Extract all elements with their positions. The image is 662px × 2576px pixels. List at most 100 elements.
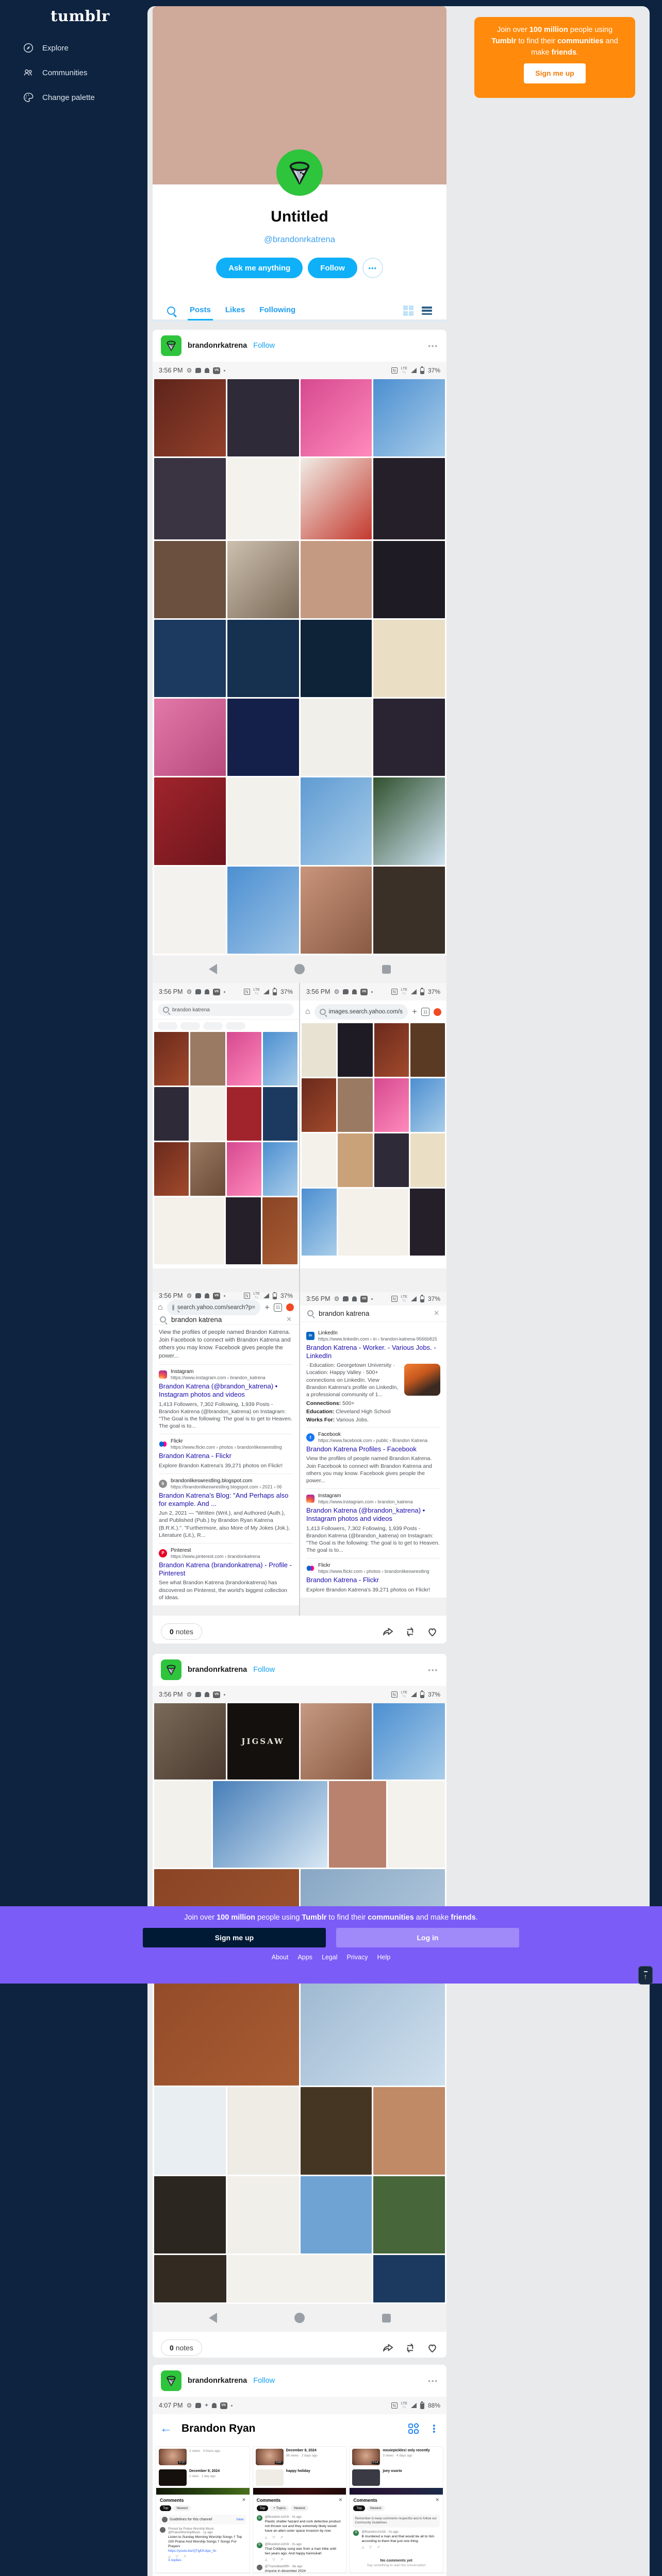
- compass-icon: [23, 43, 34, 53]
- settings-icon: ⚙: [334, 988, 340, 995]
- follow-button[interactable]: Follow: [308, 258, 357, 278]
- list-view-icon[interactable]: [422, 306, 432, 316]
- photo-tile: [410, 1078, 445, 1132]
- android-back-icon: [208, 964, 217, 974]
- lte-icon: LTE ↑↓: [401, 1295, 407, 1303]
- signal-icon: [410, 368, 417, 373]
- post-follow-link[interactable]: Follow: [253, 342, 275, 350]
- tumblr-logo[interactable]: tumblr: [51, 7, 110, 25]
- sidebar-item-communities[interactable]: Communities: [23, 64, 95, 81]
- status-bar: 3:56 PM ⚙ VK N LTE ↑↓ 37%: [153, 1292, 299, 1300]
- scroll-to-top-button[interactable]: ↑: [638, 1966, 653, 1985]
- photo-tile: [227, 379, 299, 456]
- post-avatar[interactable]: [161, 1659, 181, 1680]
- lte-icon: LTE ↑↓: [401, 366, 407, 374]
- photo-tile: [154, 2087, 226, 2175]
- post-menu-icon[interactable]: •••: [428, 342, 438, 350]
- post-avatar[interactable]: [161, 2370, 181, 2391]
- tab-posts[interactable]: Posts: [188, 306, 213, 320]
- lte-icon: LTE ↑↓: [401, 1690, 407, 1698]
- signup-button[interactable]: Sign me up: [524, 63, 586, 84]
- linkedin-icon: in: [306, 1331, 315, 1340]
- share-icon[interactable]: [382, 2342, 394, 2354]
- photo-tile: [227, 2255, 372, 2302]
- flickr-icon: [159, 1440, 167, 1449]
- post-menu-icon[interactable]: •••: [428, 2377, 438, 2385]
- photo-tile: [226, 1197, 261, 1264]
- like-icon[interactable]: [426, 2342, 438, 2354]
- battery-percent: 37%: [427, 1691, 440, 1698]
- photo-tile: [226, 1142, 261, 1196]
- banner-text: Join over 100 million people using Tumbl…: [184, 1913, 478, 1922]
- search-result: Instagram https://www.instagram.com › bra…: [159, 1365, 293, 1435]
- photo-tile: [154, 1703, 226, 1780]
- ask-me-anything-button[interactable]: Ask me anything: [216, 258, 303, 278]
- blog-handle[interactable]: @brandonrkatrena: [153, 235, 446, 245]
- result-thumbnail: [404, 1364, 440, 1396]
- signup-cta-card: Join over 100 million people using Tumbl…: [474, 17, 635, 98]
- photo-tile: [373, 541, 445, 618]
- grid-view-icon[interactable]: [403, 306, 413, 316]
- bell-icon: [205, 989, 210, 994]
- photo-tile: [302, 1189, 337, 1256]
- photo-tile: [373, 379, 445, 456]
- footer-link-apps[interactable]: Apps: [297, 1954, 312, 1961]
- post-menu-icon[interactable]: •••: [428, 1666, 438, 1674]
- result-title: Brandon Katrena (@brandon_katrena) • Ins…: [306, 1506, 425, 1523]
- post-follow-link[interactable]: Follow: [253, 1666, 275, 1674]
- search-icon: [160, 1316, 166, 1323]
- vk-icon: VK: [360, 988, 368, 995]
- android-nav-bar: [153, 1268, 299, 1292]
- battery-icon: [272, 1292, 277, 1299]
- post-blog-name[interactable]: brandonrkatrena: [188, 2377, 247, 2385]
- photo-tile: [154, 1142, 189, 1196]
- footer-link-legal[interactable]: Legal: [322, 1954, 338, 1961]
- blog-avatar[interactable]: [276, 149, 323, 196]
- reblog-icon[interactable]: [404, 2342, 416, 2354]
- signal-icon: [410, 989, 417, 994]
- result-title: Brandon Katrena (brandonkatrena) - Profi…: [159, 1561, 292, 1578]
- cta-text: Join over 100 million people using Tumbl…: [491, 26, 618, 57]
- image-search-screenshots: 3:56 PM ⚙ VK N LTE ↑↓ 37% brandon katrena 3:5…: [153, 983, 446, 1292]
- vk-icon: VK: [213, 1292, 221, 1299]
- tab-following[interactable]: Following: [259, 306, 295, 316]
- search-result: b brandonlikeswrestling.blogspot.com https…: [159, 1474, 293, 1544]
- signal-icon: [410, 2403, 417, 2408]
- post-blog-name[interactable]: brandonrkatrena: [188, 1666, 247, 1674]
- notes-count[interactable]: 0 notes: [161, 2340, 202, 2356]
- vk-icon: VK: [360, 1295, 368, 1302]
- status-time: 3:56 PM: [159, 1691, 183, 1698]
- profile-more-button[interactable]: •••: [362, 258, 383, 278]
- post-blog-name[interactable]: brandonrkatrena: [188, 342, 247, 350]
- photo-tile: [338, 1133, 373, 1187]
- footer-link-about[interactable]: About: [272, 1954, 289, 1961]
- banner-login-button[interactable]: Log in: [336, 1928, 519, 1947]
- cone-icon: [289, 161, 310, 184]
- footer-link-privacy[interactable]: Privacy: [347, 1954, 368, 1961]
- photo-tile: [300, 699, 372, 776]
- notes-count[interactable]: 0 notes: [161, 1623, 202, 1640]
- post-follow-link[interactable]: Follow: [253, 2377, 275, 2385]
- photo-tile: [227, 2176, 299, 2253]
- footer-link-help[interactable]: Help: [377, 1954, 391, 1961]
- photo-tile: [154, 699, 226, 776]
- photo-tile: [373, 2087, 445, 2175]
- reblog-icon[interactable]: [404, 1626, 416, 1638]
- share-icon[interactable]: [382, 1626, 394, 1638]
- lock-icon: [172, 1304, 174, 1311]
- clear-icon: ✕: [286, 1315, 292, 1324]
- photo-tile: [410, 1133, 445, 1187]
- banner-signup-button[interactable]: Sign me up: [143, 1928, 326, 1947]
- search-icon[interactable]: [167, 307, 175, 315]
- vk-photos-actions: +Upload photo Show all›: [153, 2573, 446, 2576]
- sidebar-item-change-palette[interactable]: Change palette: [23, 89, 95, 106]
- search-field: brandon katrena ✕: [153, 1315, 299, 1325]
- like-icon[interactable]: [426, 1626, 438, 1638]
- pinterest-icon: P: [159, 1549, 167, 1557]
- tab-likes[interactable]: Likes: [225, 306, 245, 316]
- photo-tile: [154, 620, 226, 697]
- android-home-icon: [294, 2313, 305, 2323]
- result-snippet: View the profiles of people named Brando…: [159, 1329, 293, 1365]
- sidebar-item-explore[interactable]: Explore: [23, 39, 95, 57]
- post-avatar[interactable]: [161, 335, 181, 356]
